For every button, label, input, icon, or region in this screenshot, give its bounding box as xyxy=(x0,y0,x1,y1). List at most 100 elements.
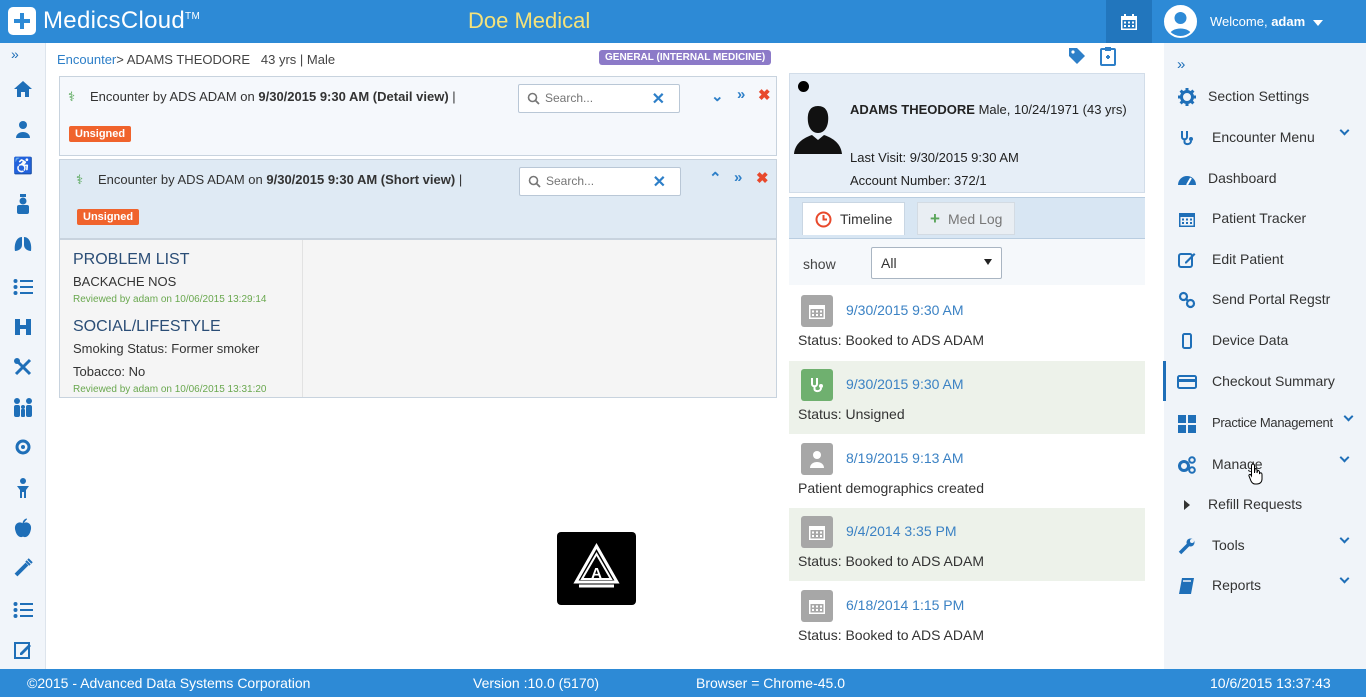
encounter-search-input[interactable] xyxy=(546,174,656,188)
user-menu[interactable]: Welcome, adam xyxy=(1210,14,1324,29)
stethoscope-icon: ⚕ xyxy=(68,89,76,104)
expand-right-icon[interactable]: » xyxy=(737,86,745,103)
calendar-icon xyxy=(1121,13,1137,30)
expand-icon[interactable]: » xyxy=(1177,56,1185,73)
nurse-icon[interactable] xyxy=(12,193,34,215)
hospital-icon[interactable] xyxy=(12,316,34,338)
problem-list-heading[interactable]: PROBLEM LIST xyxy=(73,251,189,269)
encounter-search[interactable]: ✕ xyxy=(519,167,681,196)
menu-label: Dashboard xyxy=(1208,170,1277,186)
family-icon[interactable] xyxy=(12,396,34,418)
wheelchair-icon[interactable]: ♿ xyxy=(12,155,34,177)
caret-down-icon xyxy=(1313,19,1324,26)
menu-label: Reports xyxy=(1212,577,1262,593)
timeline-date[interactable]: 9/4/2014 3:35 PM xyxy=(846,523,957,539)
patient-summary: ADAMS THEODORE Male, 10/24/1971 (43 yrs) xyxy=(850,102,1127,117)
menu-device-data[interactable]: Device Data xyxy=(1164,320,1366,360)
unsigned-badge: Unsigned xyxy=(77,209,140,225)
dropdown-arrow-icon xyxy=(984,259,992,265)
calendar-button[interactable] xyxy=(1106,0,1152,43)
apple-icon[interactable] xyxy=(12,517,34,539)
timeline-date[interactable]: 9/30/2015 9:30 AM xyxy=(846,302,964,318)
surgery-icon[interactable] xyxy=(12,356,34,378)
chevron-down-icon xyxy=(1343,411,1354,422)
timeline-date[interactable]: 6/18/2014 1:15 PM xyxy=(846,597,964,613)
menu-patient-tracker[interactable]: Patient Tracker xyxy=(1164,198,1366,238)
calendar-icon xyxy=(1177,209,1197,229)
search-icon xyxy=(527,92,540,105)
menu-send-portal[interactable]: Send Portal Regstr xyxy=(1164,279,1366,319)
breadcrumb-encounter-link[interactable]: Encounter xyxy=(57,52,116,67)
menu-refill-requests[interactable]: Refill Requests xyxy=(1164,484,1366,524)
timeline-item[interactable]: 6/18/2014 1:15 PM Status: Booked to ADS … xyxy=(789,582,1145,655)
tobacco-status: Tobacco: No xyxy=(73,364,146,379)
chevron-down-icon xyxy=(1339,533,1350,544)
timeline-item[interactable]: 9/4/2014 3:35 PM Status: Booked to ADS A… xyxy=(789,508,1145,581)
phone-icon xyxy=(1177,331,1197,351)
social-lifestyle-heading[interactable]: SOCIAL/LIFESTYLE xyxy=(73,318,221,336)
close-icon[interactable]: ✖ xyxy=(756,169,769,187)
menu-section-settings[interactable]: Section Settings xyxy=(1164,76,1366,116)
virus-icon[interactable] xyxy=(12,436,34,458)
menu-tools[interactable]: Tools xyxy=(1164,525,1366,565)
clear-search-icon[interactable]: ✕ xyxy=(653,172,666,192)
lungs-icon[interactable] xyxy=(12,233,34,255)
chevron-down-icon xyxy=(1339,573,1350,584)
filter-select[interactable]: All xyxy=(871,247,1002,279)
app-name: MedicsCloudTM xyxy=(43,7,201,34)
menu-dashboard[interactable]: Dashboard xyxy=(1164,158,1366,198)
timeline-item[interactable]: 9/30/2015 9:30 AM Status: Booked to ADS … xyxy=(789,287,1145,360)
encounter-search-input[interactable] xyxy=(545,91,655,105)
unsigned-badge: Unsigned xyxy=(69,126,132,142)
gears-icon xyxy=(1177,455,1197,475)
timeline-status: Patient demographics created xyxy=(798,480,984,496)
patient-card: ADAMS THEODORE Male, 10/24/1971 (43 yrs)… xyxy=(789,73,1145,193)
tab-timeline[interactable]: Timeline xyxy=(802,202,906,235)
menu-label: Tools xyxy=(1212,537,1245,553)
syringe-icon[interactable] xyxy=(12,557,34,579)
timeline-date[interactable]: 9/30/2015 9:30 AM xyxy=(846,376,964,392)
menu-practice-management[interactable]: Practice Management xyxy=(1164,403,1366,443)
menu-checkout-summary[interactable]: Checkout Summary xyxy=(1164,361,1366,401)
timeline-date[interactable]: 8/19/2015 9:13 AM xyxy=(846,450,964,466)
timeline-status: Status: Unsigned xyxy=(798,406,905,422)
body-icon[interactable] xyxy=(12,477,34,499)
app-logo[interactable]: MedicsCloudTM xyxy=(8,6,200,36)
timeline-item[interactable]: 8/19/2015 9:13 AM Patient demographics c… xyxy=(789,435,1145,508)
person-icon[interactable] xyxy=(12,118,34,140)
checklist-icon[interactable] xyxy=(12,599,34,621)
menu-manage[interactable]: Manage xyxy=(1164,444,1366,485)
menu-label: Patient Tracker xyxy=(1212,210,1307,226)
tab-medlog[interactable]: + Med Log xyxy=(917,202,1016,235)
menu-label: Encounter Menu xyxy=(1212,129,1315,145)
timeline-status: Status: Booked to ADS ADAM xyxy=(798,627,984,643)
tag-icon[interactable] xyxy=(1068,47,1086,70)
chevron-up-icon[interactable]: ⌃ xyxy=(709,169,722,187)
timeline-item[interactable]: 9/30/2015 9:30 AM Status: Unsigned xyxy=(789,361,1145,434)
expand-icon[interactable]: » xyxy=(11,46,19,62)
top-bar: MedicsCloudTM Doe Medical Welcome, adam xyxy=(0,0,1366,43)
list-icon[interactable] xyxy=(12,276,34,298)
home-icon[interactable] xyxy=(12,78,34,100)
menu-label: Device Data xyxy=(1212,332,1289,348)
smoking-status: Smoking Status: Former smoker xyxy=(73,341,260,356)
encounter-search[interactable]: ✕ xyxy=(518,84,680,113)
collapse-toggle-icon[interactable]: ⌄ xyxy=(711,87,724,105)
clear-search-icon[interactable]: ✕ xyxy=(652,89,665,109)
note-icon[interactable] xyxy=(12,639,34,661)
encounter-title[interactable]: ⚕ Encounter by ADS ADAM on 9/30/2015 9:30… xyxy=(68,89,456,105)
menu-edit-patient[interactable]: Edit Patient xyxy=(1164,239,1366,279)
loading-logo: A xyxy=(557,532,636,605)
user-avatar[interactable] xyxy=(1164,5,1197,38)
encounter-title[interactable]: ⚕ Encounter by ADS ADAM on 9/30/2015 9:30… xyxy=(76,172,462,188)
menu-label: Section Settings xyxy=(1208,88,1310,104)
menu-reports[interactable]: Reports xyxy=(1164,565,1366,605)
card-icon xyxy=(1177,372,1197,392)
close-icon[interactable]: ✖ xyxy=(758,86,771,104)
menu-encounter[interactable]: Encounter Menu xyxy=(1164,117,1366,157)
copyright: ©2015 - Advanced Data Systems Corporatio… xyxy=(27,675,311,691)
expand-right-icon[interactable]: » xyxy=(734,169,742,186)
clipboard-icon[interactable] xyxy=(1100,46,1116,71)
encounter-body: PROBLEM LIST BACKACHE NOS Reviewed by ad… xyxy=(59,239,777,398)
user-icon xyxy=(1169,12,1192,36)
